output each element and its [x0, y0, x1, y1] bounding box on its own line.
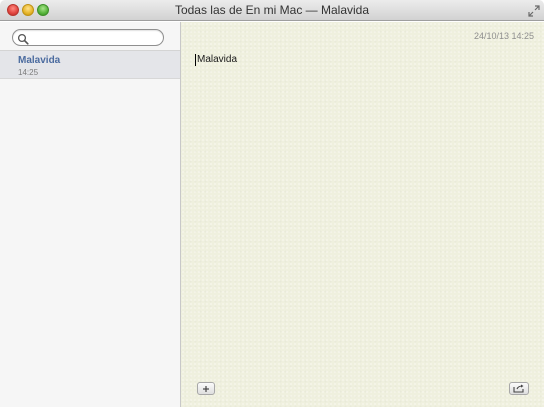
text-cursor [195, 54, 196, 66]
add-note-button[interactable] [197, 382, 215, 395]
zoom-window-button[interactable] [37, 4, 49, 16]
search-field[interactable] [12, 29, 164, 46]
share-button[interactable] [509, 382, 529, 395]
note-list-item[interactable]: Malavida 14:25 [0, 51, 180, 79]
plus-icon [202, 385, 210, 393]
note-body-text[interactable]: Malavida [197, 54, 237, 65]
close-window-button[interactable] [7, 4, 19, 16]
notes-window: Todas las de En mi Mac — Malavida Malavi… [0, 0, 544, 407]
fullscreen-icon[interactable] [528, 4, 540, 17]
window-title: Todas las de En mi Mac — Malavida [174, 3, 370, 17]
note-date: 24/10/13 14:25 [473, 31, 534, 41]
note-list-item-title: Malavida [18, 55, 61, 66]
note-editor[interactable]: 24/10/13 14:25 Malavida [181, 22, 544, 407]
note-list-item-time: 14:25 [18, 68, 39, 77]
notes-sidebar: Malavida 14:25 [0, 22, 181, 407]
share-icon [513, 384, 525, 393]
search-input[interactable] [31, 31, 159, 44]
title-bar[interactable]: Todas las de En mi Mac — Malavida [0, 0, 544, 21]
search-icon [17, 32, 29, 45]
minimize-window-button[interactable] [22, 4, 34, 16]
